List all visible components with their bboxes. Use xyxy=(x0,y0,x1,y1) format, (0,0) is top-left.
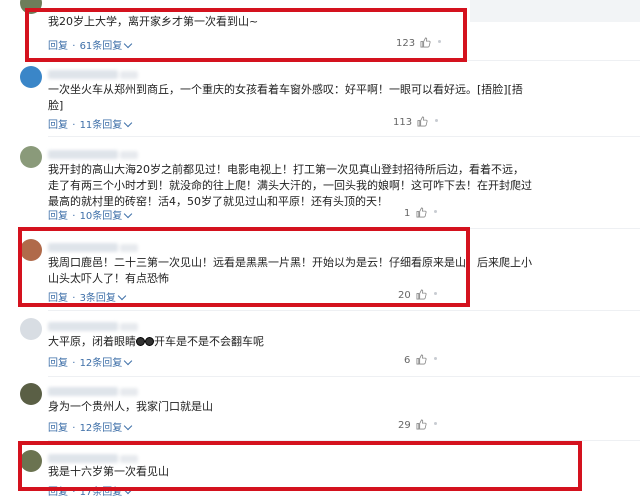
reply-button[interactable]: 回复 xyxy=(48,358,68,369)
separator: · xyxy=(72,423,76,434)
reply-button[interactable]: 回复 xyxy=(48,423,68,434)
comment-text-line: 身为一个贵州人，我家门口就是山 xyxy=(48,400,213,413)
comment-meta: 回复 · 12条回复 xyxy=(48,354,133,369)
avatar[interactable] xyxy=(20,66,42,88)
thumbs-up-icon xyxy=(416,419,427,430)
chevron-down-icon xyxy=(124,421,133,431)
comment-text-line: 脸] xyxy=(48,99,64,112)
avatar[interactable] xyxy=(20,146,42,168)
avatar[interactable] xyxy=(20,383,42,405)
chevron-down-icon xyxy=(124,118,133,128)
replies-count: 12条回复 xyxy=(79,358,123,369)
chevron-down-icon xyxy=(124,209,133,219)
separator: · xyxy=(72,211,76,222)
replies-count: 12条回复 xyxy=(79,423,123,434)
thumbs-up-icon xyxy=(416,207,427,218)
divider xyxy=(48,376,640,377)
separator: · xyxy=(72,120,76,131)
divider xyxy=(48,136,640,137)
comment-meta: 回复 · 10条回复 xyxy=(48,207,133,222)
username-blurred[interactable] xyxy=(48,70,138,79)
more-dot[interactable] xyxy=(435,119,439,122)
eyes-emoji-icon xyxy=(136,335,154,348)
highlight-box xyxy=(18,441,582,491)
divider xyxy=(48,310,640,311)
thumbs-up-icon xyxy=(416,354,427,365)
comment-text-line: 大平原，闭着眼睛 xyxy=(48,335,136,348)
separator: · xyxy=(72,358,76,369)
top-strip xyxy=(470,0,640,22)
replies-toggle[interactable]: 12条回复 xyxy=(79,356,133,369)
highlight-box xyxy=(18,227,470,307)
comment-text-line: 走了有两三个小时才到！就没命的往上爬！满头大汗的，一回头我的娘啊！这可咋下去！在… xyxy=(48,179,532,192)
thumbs-up-icon xyxy=(417,116,428,127)
comment-text: 一次坐火车从郑州到商丘，一个重庆的女孩看着车窗外感叹：好平啊！一眼可以看好远。[… xyxy=(48,82,523,114)
replies-toggle[interactable]: 11条回复 xyxy=(79,118,133,131)
like-count: 113 xyxy=(393,117,413,128)
comment-meta: 回复 · 11条回复 xyxy=(48,116,133,131)
replies-toggle[interactable]: 12条回复 xyxy=(79,421,133,434)
comment-meta: 回复 · 12条回复 xyxy=(48,419,133,434)
comment-text-line: 一次坐火车从郑州到商丘，一个重庆的女孩看着车窗外感叹：好平啊！一眼可以看好远。[… xyxy=(48,83,523,96)
reply-button[interactable]: 回复 xyxy=(48,120,68,131)
comment-text: 我开封的高山大海20岁之前都见过！电影电视上！打工第一次见真山登封招待所后边，看… xyxy=(48,162,532,210)
more-dot[interactable] xyxy=(433,357,437,360)
avatar[interactable] xyxy=(20,318,42,340)
like-button[interactable]: 1 xyxy=(404,207,437,219)
like-button[interactable]: 29 xyxy=(398,419,438,431)
chevron-down-icon xyxy=(124,356,133,366)
more-dot[interactable] xyxy=(433,210,437,213)
replies-toggle[interactable]: 10条回复 xyxy=(79,209,133,222)
replies-count: 10条回复 xyxy=(79,211,123,222)
comment-text-line: 我开封的高山大海20岁之前都见过！电影电视上！打工第一次见真山登封招待所后边，看… xyxy=(48,163,524,176)
like-count: 1 xyxy=(404,208,411,219)
like-button[interactable]: 113 xyxy=(393,116,439,128)
like-button[interactable]: 6 xyxy=(404,354,437,366)
replies-count: 11条回复 xyxy=(79,120,123,131)
more-dot[interactable] xyxy=(434,422,438,425)
like-count: 6 xyxy=(404,355,411,366)
comment-text: 身为一个贵州人，我家门口就是山 xyxy=(48,399,213,415)
comment-text: 大平原，闭着眼睛 开车是不是不会翻车呢 xyxy=(48,334,264,350)
username-blurred[interactable] xyxy=(48,387,138,396)
comment-text-line: 开车是不是不会翻车呢 xyxy=(154,335,264,348)
username-blurred[interactable] xyxy=(48,150,138,159)
reply-button[interactable]: 回复 xyxy=(48,211,68,222)
like-count: 29 xyxy=(398,420,411,431)
highlight-box xyxy=(25,8,467,62)
username-blurred[interactable] xyxy=(48,322,138,331)
